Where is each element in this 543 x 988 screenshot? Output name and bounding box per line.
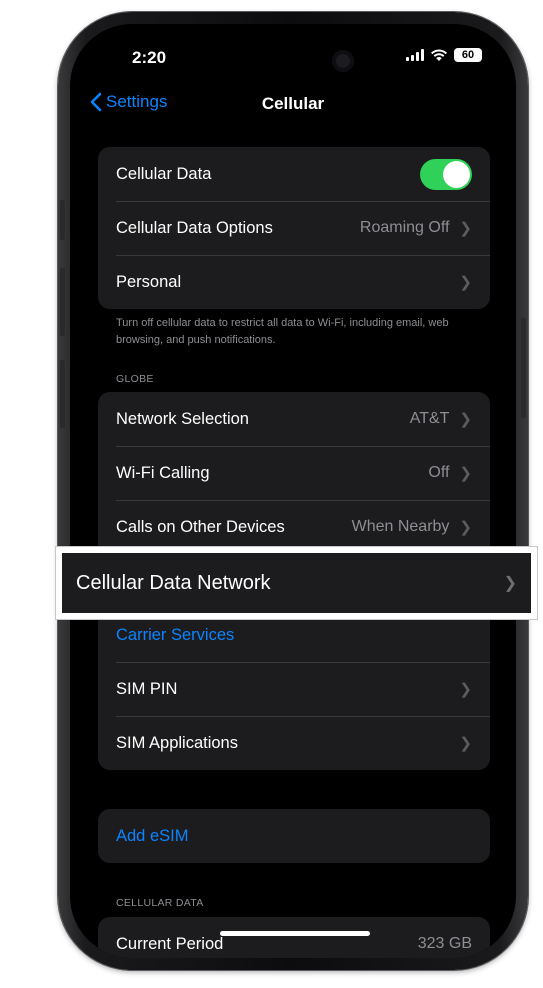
page-title: Cellular bbox=[261, 94, 325, 113]
network-selection-value: AT&T bbox=[409, 410, 450, 427]
chevron-right-icon: ❯ bbox=[459, 681, 472, 698]
power-button bbox=[521, 318, 526, 418]
add-esim-button: Add eSIM bbox=[116, 826, 189, 845]
volume-up-button bbox=[60, 268, 65, 336]
status-icons: 60 bbox=[406, 48, 482, 62]
cellular-data-options-value: Roaming Off bbox=[359, 219, 450, 236]
calls-on-other-devices-value: When Nearby bbox=[351, 518, 450, 535]
usage-group: Current Period 323 GB bbox=[98, 917, 490, 958]
volume-down-button bbox=[60, 360, 65, 428]
chevron-right-icon: ❯ bbox=[459, 220, 472, 237]
highlighted-row[interactable]: Cellular Data Network ❯ bbox=[62, 553, 531, 613]
chevron-right-icon: ❯ bbox=[503, 575, 517, 592]
personal-row[interactable]: Personal ❯ bbox=[98, 255, 490, 309]
carrier-services-link: Carrier Services bbox=[116, 625, 235, 644]
add-esim-group: Add eSIM bbox=[98, 809, 490, 863]
wifi-calling-row[interactable]: Wi-Fi Calling Off ❯ bbox=[98, 446, 490, 500]
sim-applications-row[interactable]: SIM Applications ❯ bbox=[98, 716, 490, 770]
battery-icon: 60 bbox=[454, 48, 482, 62]
sim-pin-label: SIM PIN bbox=[116, 679, 178, 698]
chevron-right-icon: ❯ bbox=[459, 735, 472, 752]
personal-label: Personal bbox=[116, 272, 182, 291]
cellular-data-options-label: Cellular Data Options bbox=[116, 218, 273, 237]
home-indicator bbox=[220, 931, 370, 936]
cellular-data-label: Cellular Data bbox=[116, 164, 212, 183]
chevron-right-icon: ❯ bbox=[459, 465, 472, 482]
cellular-data-options-row[interactable]: Cellular Data Options Roaming Off ❯ bbox=[98, 201, 490, 255]
wifi-calling-value: Off bbox=[428, 464, 450, 481]
phone-screen: 2:20 60 Settings Cellular Cellular Data … bbox=[70, 24, 516, 958]
camera-icon bbox=[332, 50, 354, 72]
sim-pin-row[interactable]: SIM PIN ❯ bbox=[98, 662, 490, 716]
status-time: 2:20 bbox=[132, 48, 167, 67]
chevron-right-icon: ❯ bbox=[459, 519, 472, 536]
chevron-right-icon: ❯ bbox=[459, 274, 472, 291]
action-button bbox=[60, 200, 65, 240]
current-period-row: Current Period 323 GB bbox=[98, 917, 490, 958]
chevron-right-icon: ❯ bbox=[459, 411, 472, 428]
cellular-signal-icon bbox=[406, 49, 424, 61]
wifi-calling-label: Wi-Fi Calling bbox=[116, 463, 210, 482]
cellular-data-toggle[interactable] bbox=[420, 158, 472, 190]
sim-applications-label: SIM Applications bbox=[116, 733, 238, 752]
section-header-globe: GLOBE bbox=[116, 373, 154, 385]
section-header-cellular-data: CELLULAR DATA bbox=[116, 897, 204, 909]
network-selection-label: Network Selection bbox=[116, 409, 249, 428]
cellular-data-row: Cellular Data bbox=[98, 147, 490, 201]
add-esim-row[interactable]: Add eSIM bbox=[98, 809, 490, 863]
calls-on-other-devices-label: Calls on Other Devices bbox=[116, 517, 285, 536]
network-selection-row[interactable]: Network Selection AT&T ❯ bbox=[98, 392, 490, 446]
highlight-callout: Cellular Data Network ❯ bbox=[55, 546, 538, 620]
cellular-data-group: Cellular Data Cellular Data Options Roam… bbox=[98, 147, 490, 309]
cellular-data-footnote: Turn off cellular data to restrict all d… bbox=[116, 317, 449, 346]
current-period-value: 323 GB bbox=[417, 935, 472, 952]
cellular-data-network-label: Cellular Data Network bbox=[76, 571, 271, 594]
wifi-icon bbox=[431, 49, 447, 61]
current-period-label: Current Period bbox=[116, 934, 224, 953]
